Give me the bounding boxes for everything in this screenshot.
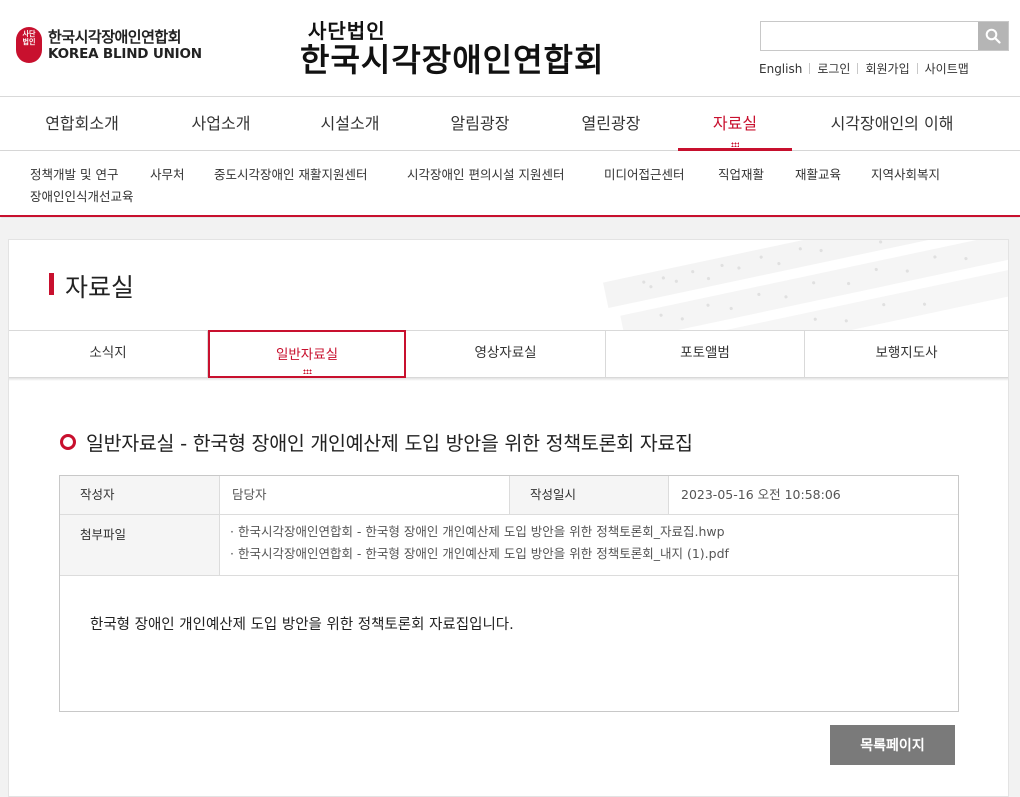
circle-bullet-icon xyxy=(60,433,76,450)
submenu-item-vocational[interactable]: 직업재활 xyxy=(718,164,764,183)
util-link-login[interactable]: 로그인 xyxy=(810,60,857,77)
submenu-item-rehab-center[interactable]: 중도시각장애인 재활지원센터 xyxy=(214,164,367,183)
article-info-table: 작성자 담당자 작성일시 2023-05-16 오전 10:58:06 첨부파일… xyxy=(59,475,959,712)
list-page-button[interactable]: 목록페이지 xyxy=(830,725,955,765)
braille-banner-image xyxy=(603,240,1008,330)
submenu-item-convenience-center[interactable]: 시각장애인 편의시설 지원센터 xyxy=(407,164,564,183)
author-label: 작성자 xyxy=(60,476,220,514)
nav-item-understanding[interactable]: 시각장애인의 이해 xyxy=(812,97,972,151)
logo-emblem-text: 사단 법인 xyxy=(22,30,36,46)
nav-item-business[interactable]: 사업소개 xyxy=(159,97,283,151)
nav-item-facilities[interactable]: 시설소개 xyxy=(288,97,412,151)
tab-general-archive-label: 일반자료실 xyxy=(275,347,339,363)
util-link-english[interactable]: English xyxy=(752,62,809,76)
tab-newsletter[interactable]: 소식지 xyxy=(9,331,208,377)
tab-photo-album[interactable]: 포토앨범 xyxy=(606,331,805,377)
title-accent-bar xyxy=(49,273,54,295)
calligraphy-title: 사단법인 한국시각장애인연합회 xyxy=(300,20,604,78)
search-input[interactable] xyxy=(761,22,978,50)
submenu-item-policy[interactable]: 정책개발 및 연구 xyxy=(30,164,118,183)
calligraphy-main-title: 한국시각장애인연합회 xyxy=(300,41,605,79)
site-logo[interactable]: 사단 법인 한국시각장애인연합회 KOREA BLIND UNION xyxy=(16,27,202,63)
search-icon xyxy=(985,28,1001,44)
article-title: 일반자료실 - 한국형 장애인 개인예산제 도입 방안을 위한 정책토론회 자료… xyxy=(86,432,693,455)
nav-item-archive[interactable]: 자료실 xyxy=(678,97,792,151)
sub-navigation: 정책개발 및 연구 사무처 중도시각장애인 재활지원센터 시각장애인 편의시설 … xyxy=(0,151,1020,217)
submenu-item-media-center[interactable]: 미디어접근센터 xyxy=(604,164,685,183)
submenu-item-community[interactable]: 지역사회복지 xyxy=(871,164,940,183)
utility-links: English 로그인 회원가입 사이트맵 xyxy=(752,60,976,77)
tab-general-archive[interactable]: 일반자료실 xyxy=(208,330,406,378)
author-value: 담당자 xyxy=(232,487,267,502)
logo-emblem-icon: 사단 법인 xyxy=(16,27,42,63)
article-body: 한국형 장애인 개인예산제 도입 방안을 위한 정책토론회 자료집입니다. xyxy=(90,617,514,633)
nav-item-about[interactable]: 연합회소개 xyxy=(20,97,144,151)
site-header: 사단 법인 한국시각장애인연합회 KOREA BLIND UNION 사단법인 … xyxy=(0,0,1020,97)
info-row-files: 첨부파일 · 한국시각장애인연합회 - 한국형 장애인 개인예산제 도입 방안을… xyxy=(60,515,958,576)
search-box xyxy=(760,21,1009,51)
active-indicator-icon xyxy=(731,142,739,147)
date-label: 작성일시 xyxy=(509,476,669,514)
section-tabs: 소식지 일반자료실 영상자료실 포토앨범 보행지도사 xyxy=(9,330,1008,378)
calligraphy-subtitle: 사단법인 xyxy=(308,19,386,43)
logo-korean-name: 한국시각장애인연합회 xyxy=(48,28,182,46)
submenu-item-secretariat[interactable]: 사무처 xyxy=(150,164,185,183)
article-heading: 일반자료실 - 한국형 장애인 개인예산제 도입 방안을 위한 정책토론회 자료… xyxy=(60,427,693,456)
submenu-item-education[interactable]: 재활교육 xyxy=(795,164,841,183)
tabs-shadow xyxy=(9,378,1008,381)
search-button[interactable] xyxy=(978,22,1008,50)
main-navigation: 연합회소개 사업소개 시설소개 알림광장 열린광장 자료실 시각장애인의 이해 xyxy=(0,97,1020,151)
file-link-pdf[interactable]: · 한국시각장애인연합회 - 한국형 장애인 개인예산제 도입 방안을 위한 정… xyxy=(230,543,950,565)
page-header: 자료실 xyxy=(9,240,1008,330)
tab-walking-instructor[interactable]: 보행지도사 xyxy=(805,331,1008,377)
util-link-join[interactable]: 회원가입 xyxy=(858,60,916,77)
logo-english-name: KOREA BLIND UNION xyxy=(48,46,202,62)
active-tab-indicator-icon xyxy=(303,369,312,374)
files-label: 첨부파일 xyxy=(60,515,220,575)
logo-text: 한국시각장애인연합회 KOREA BLIND UNION xyxy=(48,28,202,62)
nav-item-open[interactable]: 열린광장 xyxy=(549,97,673,151)
submenu-item-awareness[interactable]: 장애인인식개선교육 xyxy=(30,186,134,205)
date-value: 2023-05-16 오전 10:58:06 xyxy=(681,487,841,502)
file-link-hwp[interactable]: · 한국시각장애인연합회 - 한국형 장애인 개인예산제 도입 방안을 위한 정… xyxy=(230,521,950,543)
file-list: · 한국시각장애인연합회 - 한국형 장애인 개인예산제 도입 방안을 위한 정… xyxy=(220,521,950,565)
util-link-sitemap[interactable]: 사이트맵 xyxy=(918,60,976,77)
nav-item-archive-label: 자료실 xyxy=(712,114,758,133)
page-title: 자료실 xyxy=(65,273,135,302)
nav-item-notice[interactable]: 알림광장 xyxy=(418,97,542,151)
tab-video-archive[interactable]: 영상자료실 xyxy=(406,331,606,377)
info-row-meta: 작성자 담당자 작성일시 2023-05-16 오전 10:58:06 xyxy=(60,476,958,515)
